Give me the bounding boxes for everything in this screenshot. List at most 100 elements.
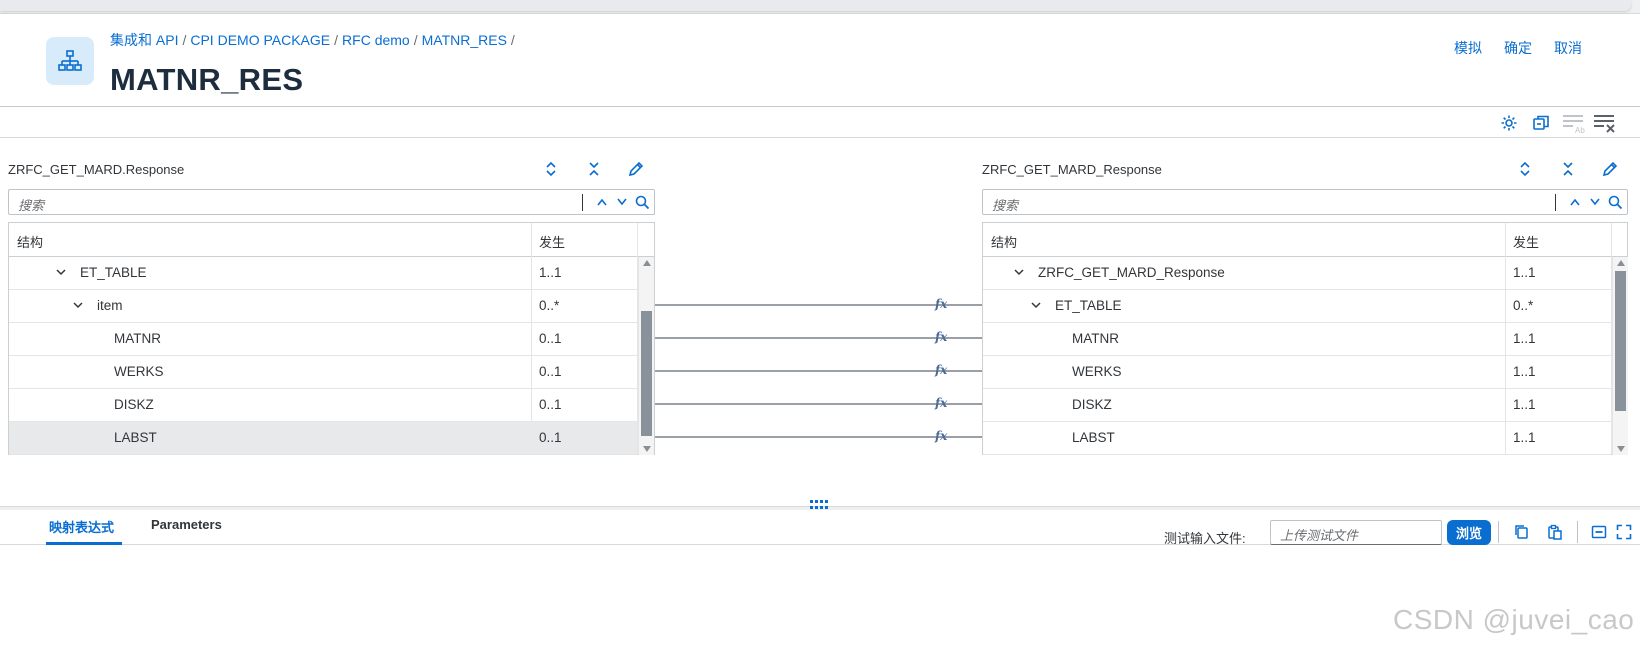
top-strip [0,0,1640,14]
target-search-field[interactable]: 搜索 [982,189,1628,215]
node-name: LABST [1072,430,1115,445]
next-match-icon[interactable] [612,192,632,212]
node-name: WERKS [114,364,164,379]
test-file-input[interactable]: 上传测试文件 [1270,520,1442,545]
breadcrumb-link[interactable]: MATNR_RES [422,32,507,48]
tab-mapping-expression[interactable]: 映射表达式 [49,517,114,536]
node-name: ZRFC_GET_MARD_Response [1038,265,1225,280]
breadcrumb-separator: / [510,32,515,48]
scroll-thumb[interactable] [1615,271,1626,411]
table-row[interactable]: ZRFC_GET_MARD_Response 1..1 [983,257,1611,290]
paste-icon[interactable] [1545,522,1565,542]
file-input-placeholder: 上传测试文件 [1280,528,1359,543]
edit-icon[interactable] [1598,157,1622,181]
next-match-icon[interactable] [1585,192,1605,212]
breadcrumb: 集成和 API / CPI DEMO PACKAGE / RFC demo / MATNR_… [110,30,519,50]
full-screen-icon[interactable] [1614,522,1634,542]
collapse-all-icon[interactable] [582,157,606,181]
toolbar-separator [1577,521,1578,543]
scroll-up-icon[interactable] [1613,257,1629,269]
occurrence-column-header: 发生 [539,235,566,250]
header-actions: 模拟 确定 取消 [1454,38,1582,58]
tab-parameters[interactable]: Parameters [151,517,222,532]
browse-button[interactable]: 浏览 [1447,520,1491,545]
clear-filter-icon[interactable] [1592,111,1618,135]
table-row[interactable]: ET_TABLE 1..1 [9,257,637,290]
target-scrollbar[interactable] [1612,257,1628,455]
target-structure-table: 结构 发生 ZRFC_GET_MARD_Response 1..1 ET_TABLE… [982,222,1628,455]
occurrence-value: 0..* [539,298,560,313]
function-icon[interactable]: fx [935,396,947,410]
table-row[interactable]: LABST 0..1 [9,422,637,455]
mapping-line[interactable] [655,337,982,339]
table-row[interactable]: ET_TABLE 0..* [983,290,1611,323]
table-row[interactable]: DISKZ 1..1 [983,389,1611,422]
occurrence-value: 1..1 [1513,397,1536,412]
svg-text:Ab: Ab [1575,126,1585,135]
search-icon[interactable] [1605,192,1625,212]
chevron-down-icon[interactable] [1029,296,1043,314]
structure-column-header: 结构 [17,235,44,250]
node-name: item [97,298,123,313]
table-row[interactable]: DISKZ 0..1 [9,389,637,422]
mapping-line[interactable] [655,403,982,405]
source-scrollbar[interactable] [638,257,654,455]
expand-all-icon[interactable] [539,157,563,181]
search-divider [1555,194,1556,211]
settings-icon[interactable] [1497,111,1521,135]
mapping-line[interactable] [655,436,982,438]
occurrence-value: 0..1 [539,397,562,412]
table-row[interactable]: MATNR 1..1 [983,323,1611,356]
breadcrumb-link[interactable]: 集成和 API [110,32,178,48]
cancel-button[interactable]: 取消 [1554,38,1582,58]
breadcrumb-link[interactable]: RFC demo [342,32,410,48]
top-strip-shell [0,0,1631,11]
node-name: DISKZ [1072,397,1112,412]
function-icon[interactable]: fx [935,363,947,377]
filter-text-icon: Ab [1561,111,1587,135]
watermark: CSDN @juvei_cao [1393,604,1635,635]
table-row[interactable]: LABST 1..1 [983,422,1611,455]
scroll-thumb[interactable] [641,311,652,436]
hierarchy-icon [46,37,94,85]
table-row[interactable]: MATNR 0..1 [9,323,637,356]
scroll-down-icon[interactable] [1613,443,1629,455]
source-search-field[interactable]: 搜索 [8,189,655,215]
minimize-icon[interactable] [1589,522,1609,542]
breadcrumb-link[interactable]: CPI DEMO PACKAGE [190,32,330,48]
function-icon[interactable]: fx [935,330,947,344]
chevron-down-icon[interactable] [1012,263,1026,281]
function-icon[interactable]: fx [935,429,947,443]
source-structure-title: ZRFC_GET_MARD.Response [8,162,185,177]
copy-mapping-icon[interactable] [1529,111,1553,135]
previous-match-icon[interactable] [592,192,612,212]
breadcrumb-separator: / [413,32,418,48]
splitter-grip-icon[interactable] [810,500,828,510]
table-row[interactable]: WERKS 0..1 [9,356,637,389]
edit-icon[interactable] [624,157,648,181]
structure-column-header: 结构 [991,235,1018,250]
node-name: ET_TABLE [80,265,147,280]
simulate-button[interactable]: 模拟 [1454,38,1482,58]
page-header: 集成和 API / CPI DEMO PACKAGE / RFC demo / MATNR_… [0,14,1640,107]
test-file-label: 测试输入文件: [1164,531,1246,546]
table-row[interactable]: WERKS 1..1 [983,356,1611,389]
mapping-toolbar: Ab [0,107,1640,138]
occurrence-value: 1..1 [539,265,562,280]
chevron-down-icon[interactable] [71,296,85,314]
mapping-line[interactable] [655,370,982,372]
chevron-down-icon[interactable] [54,263,68,281]
search-icon[interactable] [632,192,652,212]
collapse-all-icon[interactable] [1556,157,1580,181]
mapping-line[interactable] [655,304,982,306]
scroll-up-icon[interactable] [639,257,655,269]
function-icon[interactable]: fx [935,297,947,311]
copy-icon[interactable] [1512,522,1532,542]
occurrence-value: 0..1 [539,364,562,379]
scroll-down-icon[interactable] [639,443,655,455]
occurrence-value: 0..1 [539,331,562,346]
previous-match-icon[interactable] [1565,192,1585,212]
ok-button[interactable]: 确定 [1504,38,1532,58]
expand-all-icon[interactable] [1513,157,1537,181]
table-row[interactable]: item 0..* [9,290,637,323]
